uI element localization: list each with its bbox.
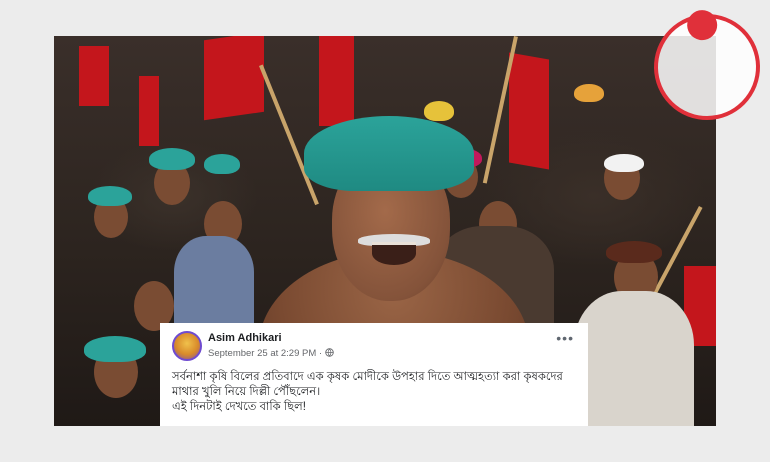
post-text-line: সর্বনাশা কৃষি বিলের প্রতিবাদে এক কৃষক মো…: [172, 371, 563, 398]
crowd-turban: [149, 148, 195, 170]
farmer-mouth: [372, 242, 416, 265]
globe-icon: [324, 348, 334, 357]
crowd-turban: [88, 186, 132, 206]
more-options-button[interactable]: •••: [556, 331, 574, 345]
crowd-turban: [204, 154, 240, 174]
crowd-turban: [604, 154, 644, 172]
crowd-body: [574, 291, 694, 426]
crowd-body: [174, 236, 254, 326]
stamp-stars: [665, 83, 761, 103]
red-flag: [204, 36, 264, 121]
red-flag: [79, 46, 109, 106]
red-flag: [509, 52, 549, 170]
facebook-post: Asim Adhikari September 25 at 2:29 PM · …: [160, 323, 588, 426]
crowd-turban: [574, 84, 604, 102]
avatar[interactable]: [172, 331, 202, 361]
red-flag: [139, 76, 159, 146]
post-text: সর্বনাশা কৃষি বিলের প্রতিবাদে এক কৃষক মো…: [172, 370, 576, 415]
post-author[interactable]: Asim Adhikari: [208, 332, 282, 344]
post-date[interactable]: September 25 at 2:29 PM: [208, 348, 316, 359]
stamp-check: [659, 58, 755, 78]
red-flag: [319, 36, 354, 126]
post-meta: September 25 at 2:29 PM ·: [208, 348, 334, 359]
boom-badge: [684, 7, 720, 43]
post-text-line: এই দিনটাই দেখতে বাকি ছিল!: [172, 401, 306, 413]
crowd-turban: [606, 241, 662, 263]
crowd-turban: [84, 336, 146, 362]
crowd-turban: [424, 101, 454, 121]
farmer-turban: [304, 116, 474, 191]
meta-separator: ·: [318, 348, 323, 359]
